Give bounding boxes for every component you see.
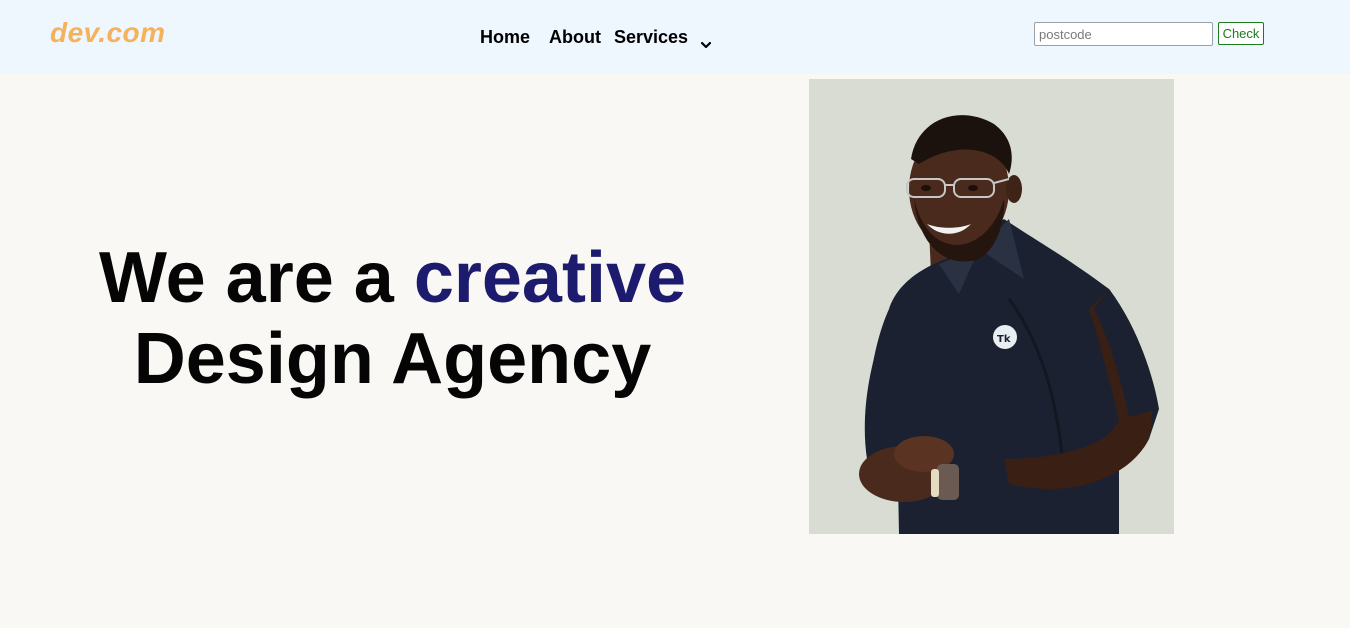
site-logo[interactable]: dev.com xyxy=(50,17,166,49)
hero-title-part1: We are a xyxy=(98,238,394,318)
nav-services-label: Services xyxy=(614,27,689,47)
person-portrait-icon: Tk xyxy=(809,79,1174,534)
postcode-input[interactable] xyxy=(1034,22,1213,46)
chevron-down-icon xyxy=(700,34,712,48)
nav-link-about[interactable]: About xyxy=(549,27,601,48)
nav-dropdown-services[interactable]: Services xyxy=(614,27,712,48)
hero-photo: Tk xyxy=(809,79,1174,534)
nav-link-home[interactable]: Home xyxy=(480,27,530,48)
hero-title-part2: Design Agency xyxy=(133,319,652,399)
top-navbar: dev.com Home About Services Check xyxy=(0,0,1350,74)
hero-title: We are a creative Design Agency xyxy=(60,238,725,400)
main-nav: Home About Services xyxy=(480,27,712,48)
hero-title-accent: creative xyxy=(413,238,687,318)
check-button[interactable]: Check xyxy=(1218,22,1264,45)
svg-text:Tk: Tk xyxy=(997,334,1011,345)
